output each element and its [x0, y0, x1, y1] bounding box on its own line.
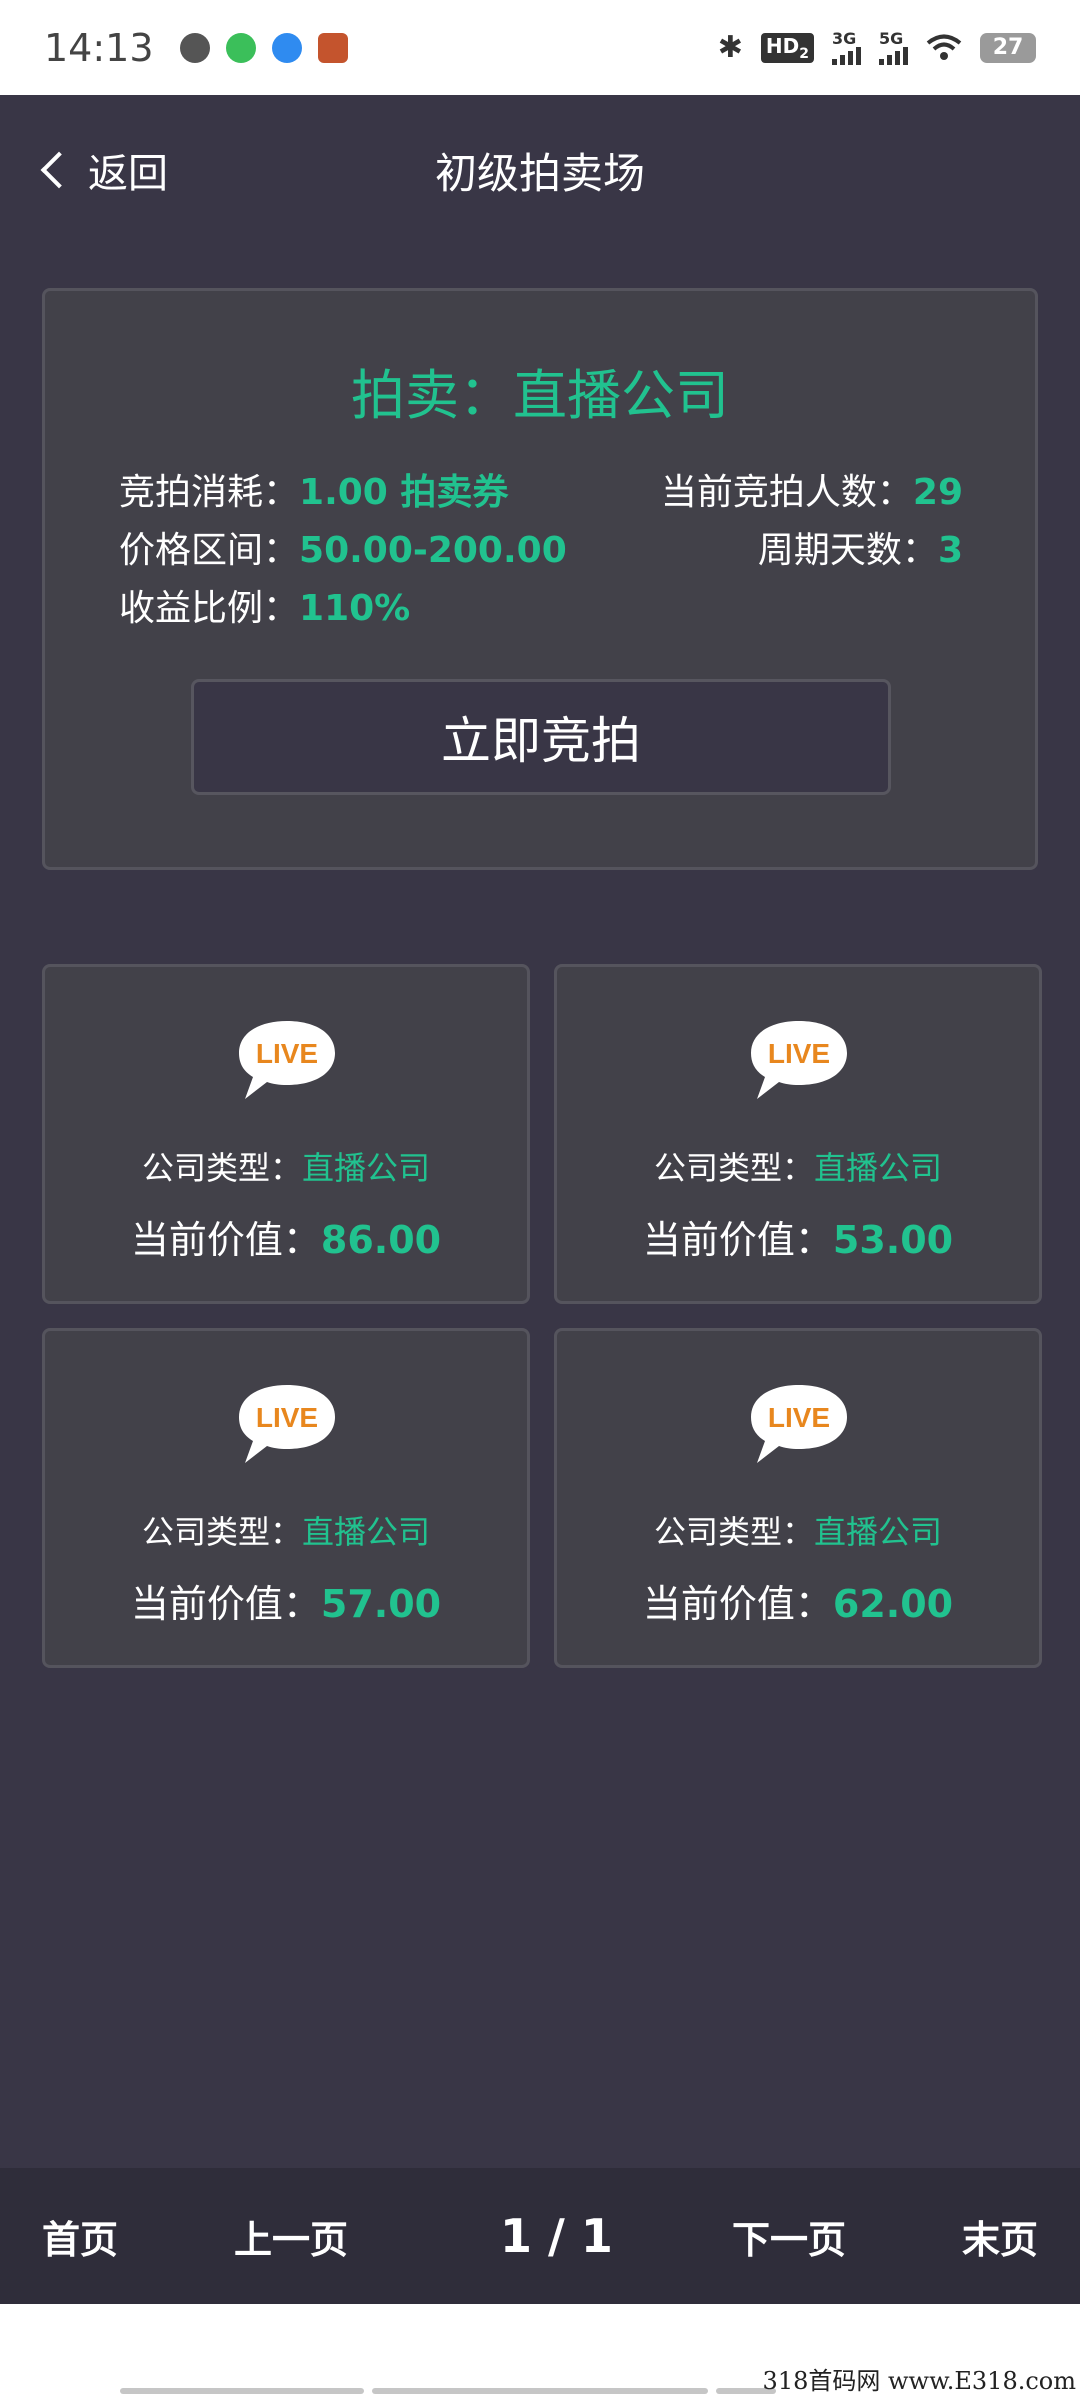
bluetooth-icon: ✱	[717, 30, 743, 65]
bidders-label: 当前竞拍人数：	[660, 472, 913, 513]
bottom-system-area: 318首码网 www.E318.com	[0, 2304, 1080, 2400]
live-icon: LIVE	[239, 1021, 335, 1099]
hd-icon: HD2	[760, 32, 814, 63]
svg-text:LIVE: LIVE	[768, 1038, 830, 1069]
company-value: 当前价值：57.00	[130, 1582, 442, 1626]
auction-heading: 拍卖：直播公司	[351, 364, 729, 427]
prev-page-button[interactable]: 上一页	[234, 2209, 348, 2264]
bidders-value: 29	[912, 472, 963, 513]
return-info: 收益比例：110%	[119, 579, 410, 631]
app-icon	[179, 32, 210, 63]
cycle-info: 周期天数：3	[758, 521, 963, 573]
svg-text:LIVE: LIVE	[768, 1402, 830, 1433]
company-card[interactable]: LIVE 公司类型：直播公司 当前价值：57.00	[42, 1328, 530, 1668]
last-page-button[interactable]: 末页	[962, 2209, 1038, 2264]
signal-5g-icon: 5G	[879, 30, 908, 65]
cost-label: 竞拍消耗：	[119, 472, 300, 513]
video-app-icon	[225, 32, 256, 63]
chevron-left-icon	[40, 151, 78, 189]
price-info: 价格区间：50.00-200.00	[119, 521, 567, 573]
return-value: 110%	[299, 588, 411, 629]
return-label: 收益比例：	[119, 588, 300, 629]
company-type: 公司类型：直播公司	[141, 1513, 431, 1551]
svg-text:LIVE: LIVE	[256, 1402, 318, 1433]
svg-text:LIVE: LIVE	[256, 1038, 318, 1069]
cycle-label: 周期天数：	[757, 530, 938, 571]
bid-now-button[interactable]: 立即竞拍	[191, 679, 891, 795]
cycle-value: 3	[937, 530, 963, 571]
company-type: 公司类型：直播公司	[141, 1149, 431, 1187]
signal-3g-icon: 3G	[832, 30, 861, 65]
status-time: 14:13	[44, 25, 154, 70]
price-value: 50.00-200.00	[299, 530, 567, 571]
next-page-button[interactable]: 下一页	[732, 2209, 846, 2264]
cost-value: 1.00 拍卖券	[299, 472, 509, 513]
company-value: 当前价值：53.00	[642, 1218, 954, 1262]
company-value: 当前价值：62.00	[642, 1582, 954, 1626]
company-type: 公司类型：直播公司	[653, 1513, 943, 1551]
page-indicator: 1 / 1	[500, 2209, 613, 2263]
watermark: 318首码网 www.E318.com	[762, 2367, 1076, 2395]
live-icon: LIVE	[239, 1385, 335, 1463]
price-label: 价格区间：	[119, 530, 300, 571]
live-icon: LIVE	[751, 1385, 847, 1463]
company-card[interactable]: LIVE 公司类型：直播公司 当前价值：53.00	[554, 964, 1042, 1304]
back-label: 返回	[88, 151, 168, 197]
nav-bar: 返回 初级拍卖场	[0, 95, 1080, 245]
battery-icon: 27	[980, 32, 1036, 63]
bidders-info: 当前竞拍人数：29	[661, 463, 963, 515]
first-page-button[interactable]: 首页	[42, 2209, 118, 2264]
company-value: 当前价值：86.00	[130, 1218, 442, 1262]
status-indicators: ✱ HD2 3G 5G 27	[718, 30, 1036, 65]
status-bar: 14:13 ✱ HD2 3G 5G 27	[0, 0, 1080, 95]
status-app-icons	[179, 32, 348, 63]
game-app-icon	[317, 32, 348, 63]
company-type: 公司类型：直播公司	[653, 1149, 943, 1187]
back-button[interactable]: 返回	[36, 141, 168, 199]
nav-handle	[120, 2388, 364, 2394]
company-card[interactable]: LIVE 公司类型：直播公司 当前价值：62.00	[554, 1328, 1042, 1668]
browser-app-icon	[271, 32, 302, 63]
cost-info: 竞拍消耗：1.00 拍卖券	[119, 463, 508, 515]
auction-card: 拍卖：直播公司 竞拍消耗：1.00 拍卖券 当前竞拍人数：29 价格区间：50.…	[42, 288, 1038, 870]
nav-handle	[372, 2388, 708, 2394]
company-card[interactable]: LIVE 公司类型：直播公司 当前价值：86.00	[42, 964, 530, 1304]
live-icon: LIVE	[751, 1021, 847, 1099]
pagination-bar: 首页 上一页 1 / 1 下一页 末页	[0, 2168, 1080, 2304]
wifi-icon	[926, 34, 962, 60]
